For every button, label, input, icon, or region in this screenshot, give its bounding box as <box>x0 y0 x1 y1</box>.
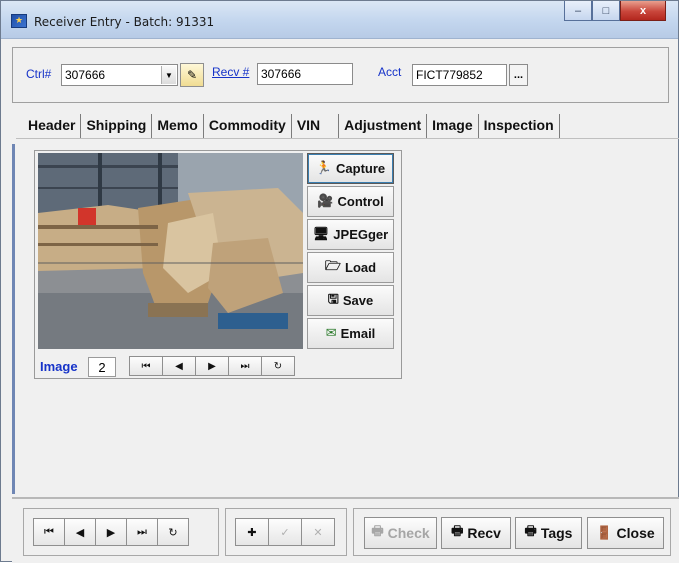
folder-open-icon: 🗁 <box>324 258 342 274</box>
ctrl-number-value: 307666 <box>65 68 106 82</box>
acct-lookup-button[interactable]: ... <box>509 64 528 86</box>
save-button-label: Save <box>342 293 374 308</box>
image-nav-strip: ⏮ ◀ ▶ ⏭ ↻ <box>129 356 295 376</box>
printer-icon: 🖶 <box>524 524 537 539</box>
photo-cardboard-bales <box>38 153 303 349</box>
image-prev-icon[interactable]: ◀ <box>162 356 196 376</box>
recv-number-field[interactable]: 307666 <box>257 63 353 85</box>
load-button-label: Load <box>345 260 377 275</box>
acct-field[interactable]: FICT779852 <box>412 64 507 86</box>
camera-icon: 🎥 <box>317 194 334 209</box>
capture-figure-icon: 🏃 <box>315 161 333 176</box>
tab-bar: Header Shipping Memo Commodity VIN Adjus… <box>23 114 560 138</box>
jpegger-button[interactable]: 🖥 JPEGger <box>307 219 394 250</box>
jpegger-button-label: JPEGger <box>333 227 389 242</box>
panel-accent <box>12 144 15 494</box>
image-first-icon[interactable]: ⏮ <box>129 356 163 376</box>
control-button[interactable]: 🎥 Control <box>307 186 394 217</box>
image-label: Image <box>40 359 78 374</box>
record-nav-group: ⏮ ◀ ▶ ⏭ ↻ <box>23 508 219 556</box>
record-prev-icon[interactable]: ◀ <box>64 518 96 546</box>
link-icon[interactable]: ✎ <box>180 63 204 87</box>
ctrl-label: Ctrl# <box>26 67 52 81</box>
recv-button-label: Recv <box>467 525 501 541</box>
record-next-icon[interactable]: ▶ <box>95 518 127 546</box>
check-button[interactable]: 🖶 Check <box>364 517 437 549</box>
record-edit-buttons: ✚ ✓ ✕ <box>235 518 335 546</box>
printer-icon: 🖶 <box>371 524 384 539</box>
window-title: Receiver Entry - Batch: 91331 <box>34 15 215 29</box>
printer-icon: 🖶 <box>451 524 464 539</box>
close-window-button[interactable]: x <box>620 1 666 21</box>
monitor-icon: 🖥 <box>312 227 330 242</box>
tab-adjustment[interactable]: Adjustment <box>339 114 428 138</box>
image-number-field[interactable]: 2 <box>88 357 116 377</box>
save-button[interactable]: 🖫 Save <box>307 285 394 316</box>
minimize-button[interactable]: – <box>564 1 592 21</box>
image-action-buttons: 🏃 Capture 🎥 Control 🖥 JPEGger 🗁 Load 🖫 S… <box>307 153 394 351</box>
close-button-label: Close <box>616 525 655 541</box>
chevron-down-icon[interactable]: ▼ <box>161 66 176 84</box>
add-record-icon[interactable]: ✚ <box>235 518 269 546</box>
tab-panel-border <box>16 138 679 139</box>
receipt-header-panel: Ctrl# 307666 ▼ ✎ Recv # 307666 Acct FICT… <box>12 47 669 103</box>
cancel-record-icon[interactable]: ✕ <box>301 518 335 546</box>
tags-button[interactable]: 🖶 Tags <box>515 517 582 549</box>
post-record-icon[interactable]: ✓ <box>268 518 302 546</box>
record-edit-group: ✚ ✓ ✕ <box>225 508 347 556</box>
record-last-icon[interactable]: ⏭ <box>126 518 158 546</box>
image-last-icon[interactable]: ⏭ <box>228 356 262 376</box>
window-controls: – □ x <box>564 1 666 21</box>
close-button[interactable]: 🚪 Close <box>587 517 664 549</box>
tab-vin[interactable]: VIN <box>292 114 340 138</box>
record-nav-buttons: ⏮ ◀ ▶ ⏭ ↻ <box>33 518 189 546</box>
tab-header[interactable]: Header <box>23 114 82 138</box>
tab-memo[interactable]: Memo <box>152 114 204 138</box>
capture-button[interactable]: 🏃 Capture <box>307 153 394 184</box>
recv-button[interactable]: 🖶 Recv <box>441 517 511 549</box>
tab-shipping[interactable]: Shipping <box>81 114 153 138</box>
floppy-disk-icon: 🖫 <box>327 291 339 307</box>
control-button-label: Control <box>337 194 384 209</box>
record-first-icon[interactable]: ⏮ <box>33 518 65 546</box>
record-refresh-icon[interactable]: ↻ <box>157 518 189 546</box>
app-logo-icon: ★ <box>11 14 27 28</box>
load-button[interactable]: 🗁 Load <box>307 252 394 283</box>
email-button[interactable]: ✉ Email <box>307 318 394 349</box>
tab-inspection[interactable]: Inspection <box>479 114 560 138</box>
maximize-button[interactable]: □ <box>592 1 620 21</box>
captured-image <box>38 153 303 349</box>
title-bar: ★ Receiver Entry - Batch: 91331 – □ x <box>1 1 678 39</box>
email-button-label: Email <box>340 326 376 341</box>
acct-label: Acct <box>378 65 402 79</box>
recv-number-link[interactable]: Recv # <box>212 65 249 79</box>
image-refresh-icon[interactable]: ↻ <box>261 356 295 376</box>
tags-button-label: Tags <box>540 525 573 541</box>
capture-button-label: Capture <box>336 161 386 176</box>
tab-image[interactable]: Image <box>427 114 479 138</box>
ctrl-number-combo[interactable]: 307666 ▼ <box>61 64 178 86</box>
image-panel: 🏃 Capture 🎥 Control 🖥 JPEGger 🗁 Load 🖫 S… <box>34 150 402 379</box>
image-next-icon[interactable]: ▶ <box>195 356 229 376</box>
receiver-entry-window: ★ Receiver Entry - Batch: 91331 – □ x Ct… <box>0 0 679 563</box>
email-icon: ✉ <box>325 326 337 341</box>
check-button-label: Check <box>387 525 430 541</box>
exit-door-icon: 🚪 <box>596 525 613 541</box>
tab-commodity[interactable]: Commodity <box>204 114 292 138</box>
